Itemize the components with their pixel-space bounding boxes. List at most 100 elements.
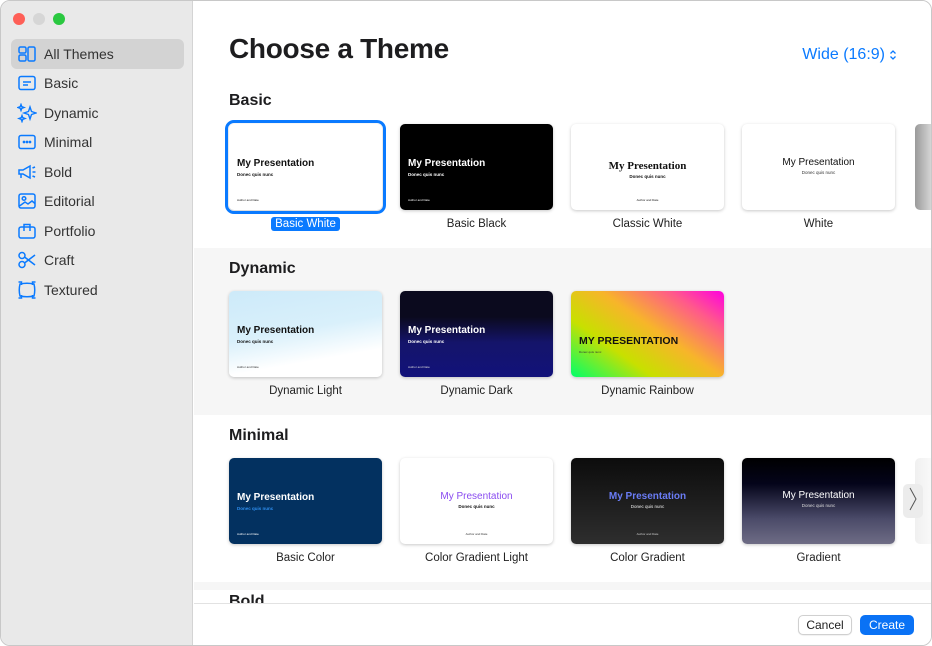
section-title: Dynamic	[229, 260, 296, 277]
thumb-title: My Presentation	[408, 325, 486, 336]
thumb-title: My Presentation	[608, 160, 687, 172]
sidebar-item-craft[interactable]: Craft	[11, 246, 184, 276]
thumb-footer: Author and Date	[465, 532, 488, 536]
theme-label: Basic Color	[276, 552, 335, 564]
theme-label: Dynamic Rainbow	[601, 385, 694, 397]
thumb-subtitle: Donec quis nunc	[579, 350, 602, 354]
thumb-title: My Presentation	[237, 492, 315, 503]
theme-label: Basic White	[271, 217, 340, 231]
thumb-subtitle: Donec quis nunc	[630, 504, 665, 509]
thumb-footer: Author and Date	[408, 365, 430, 369]
next-theme-peek	[915, 124, 931, 210]
theme-color-gradient[interactable]: My Presentation Donec quis nunc Author a…	[571, 458, 724, 565]
theme-color-gradient-light[interactable]: My Presentation Donec quis nunc Author a…	[400, 458, 553, 565]
section-title: Bold	[229, 593, 265, 603]
section-dynamic: Dynamic My Presentation Donec quis nunc …	[194, 248, 931, 415]
theme-row: My Presentation Donec quis nunc Author a…	[229, 458, 895, 565]
thumb-footer: Author and Date	[408, 198, 430, 202]
theme-dynamic-dark[interactable]: My Presentation Donec quis nunc Author a…	[400, 291, 553, 398]
thumb-title: My Presentation	[440, 491, 513, 502]
thumb-subtitle: Donec quis nunc	[458, 504, 495, 509]
thumb-title: My Presentation	[237, 158, 315, 169]
megaphone-icon	[16, 162, 38, 182]
thumb-title: MY PRESENTATION	[579, 335, 679, 347]
scroll-right-button[interactable]	[903, 484, 923, 518]
theme-label: Dynamic Light	[269, 385, 342, 397]
window-controls	[13, 13, 65, 25]
aspect-ratio-value: Wide (16:9)	[802, 46, 885, 63]
theme-thumbnail: My Presentation Donec quis nunc Author a…	[571, 124, 724, 210]
sidebar-item-basic[interactable]: Basic	[11, 69, 184, 99]
sidebar-item-label: Minimal	[44, 134, 93, 151]
theme-thumbnail: My Presentation Donec quis nunc Author a…	[225, 120, 386, 214]
dialog-footer: Cancel Create	[194, 603, 931, 645]
thumb-footer: Author and Date	[237, 532, 259, 536]
theme-thumbnail: My Presentation Donec quis nunc	[742, 124, 895, 210]
sidebar-item-bold[interactable]: Bold	[11, 157, 184, 187]
theme-label: Color Gradient Light	[425, 552, 528, 564]
theme-thumbnail: MY PRESENTATION Donec quis nunc	[571, 291, 724, 377]
section-title: Basic	[229, 92, 272, 109]
theme-classic-white[interactable]: My Presentation Donec quis nunc Author a…	[571, 124, 724, 231]
thumb-subtitle: Donec quis nunc	[801, 503, 836, 508]
scissors-icon	[16, 250, 38, 270]
sidebar-item-textured[interactable]: Textured	[11, 275, 184, 305]
theme-thumbnail: My Presentation Donec quis nunc Author a…	[400, 291, 553, 377]
sidebar-item-label: All Themes	[44, 45, 114, 62]
theme-basic-black[interactable]: My Presentation Donec quis nunc Author a…	[400, 124, 553, 231]
sidebar-item-label: Portfolio	[44, 222, 96, 239]
sidebar-item-minimal[interactable]: Minimal	[11, 128, 184, 158]
sidebar-item-label: Editorial	[44, 193, 95, 210]
sidebar-item-dynamic[interactable]: Dynamic	[11, 98, 184, 128]
sparkles-icon	[16, 102, 38, 123]
theme-gradient[interactable]: My Presentation Donec quis nunc Gradient	[742, 458, 895, 565]
theme-chooser-window: All Themes Basic Dynamic Minimal Bold Ed…	[0, 0, 932, 646]
theme-label: White	[803, 218, 834, 230]
theme-basic-color[interactable]: My Presentation Donec quis nunc Author a…	[229, 458, 382, 565]
thumb-subtitle: Donec quis nunc	[237, 172, 274, 177]
theme-thumbnail: My Presentation Donec quis nunc Author a…	[571, 458, 724, 544]
theme-gallery: Choose a Theme Wide (16:9) Basic My Pres…	[194, 1, 931, 603]
theme-label: Color Gradient	[610, 552, 685, 564]
aspect-ratio-popup[interactable]: Wide (16:9)	[802, 46, 897, 64]
cancel-button[interactable]: Cancel	[798, 615, 852, 635]
sidebar: All Themes Basic Dynamic Minimal Bold Ed…	[1, 1, 193, 645]
minimize-window-button[interactable]	[33, 13, 45, 25]
theme-dynamic-rainbow[interactable]: MY PRESENTATION Donec quis nunc Dynamic …	[571, 291, 724, 398]
thumb-subtitle: Donec quis nunc	[801, 170, 836, 175]
photo-icon	[16, 191, 38, 211]
create-button[interactable]: Create	[860, 615, 914, 635]
sidebar-item-all-themes[interactable]: All Themes	[11, 39, 184, 69]
theme-basic-white[interactable]: My Presentation Donec quis nunc Author a…	[225, 120, 386, 231]
ellipsis-rect-icon	[16, 132, 38, 152]
section-basic: Basic My Presentation Donec quis nunc Au…	[194, 86, 931, 248]
thumb-subtitle: Donec quis nunc	[408, 172, 445, 177]
sidebar-item-label: Craft	[44, 252, 75, 269]
close-window-button[interactable]	[13, 13, 25, 25]
theme-label: Basic Black	[446, 218, 507, 230]
grid-icon	[16, 44, 38, 64]
textured-frame-icon	[16, 280, 38, 300]
theme-label: Gradient	[796, 552, 841, 564]
thumb-footer: Author and Date	[237, 198, 259, 202]
theme-white[interactable]: My Presentation Donec quis nunc White	[742, 124, 895, 231]
thumb-title: My Presentation	[608, 491, 687, 502]
sidebar-item-label: Textured	[44, 281, 98, 298]
theme-dynamic-light[interactable]: My Presentation Donec quis nunc Author a…	[229, 291, 382, 398]
briefcase-icon	[16, 221, 38, 241]
theme-row: My Presentation Donec quis nunc Author a…	[229, 291, 724, 398]
thumb-title: My Presentation	[782, 157, 855, 168]
thumb-title: My Presentation	[237, 325, 315, 336]
theme-thumbnail: My Presentation Donec quis nunc Author a…	[400, 124, 553, 210]
page-title: Choose a Theme	[229, 33, 449, 64]
thumb-subtitle: Donec quis nunc	[237, 339, 274, 344]
thumb-title: My Presentation	[782, 490, 855, 501]
sidebar-list: All Themes Basic Dynamic Minimal Bold Ed…	[11, 39, 184, 305]
thumb-subtitle: Donec quis nunc	[237, 506, 274, 511]
sidebar-item-portfolio[interactable]: Portfolio	[11, 216, 184, 246]
thumb-footer: Author and Date	[636, 532, 659, 536]
sidebar-item-editorial[interactable]: Editorial	[11, 187, 184, 217]
basic-icon	[16, 73, 38, 93]
zoom-window-button[interactable]	[53, 13, 65, 25]
sidebar-item-label: Basic	[44, 75, 79, 92]
